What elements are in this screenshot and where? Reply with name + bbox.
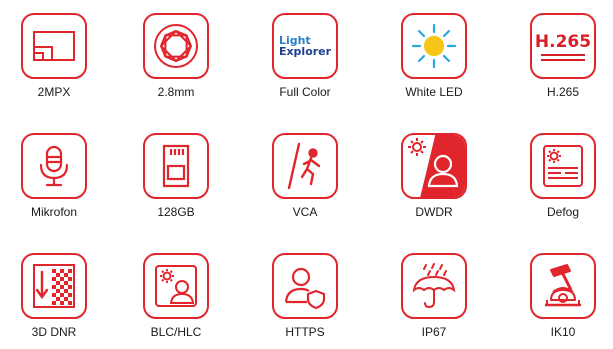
feature-storage: 128GB [121,133,231,219]
feature-label: Defog [546,205,580,219]
wide-dynamic-range-icon [401,133,467,199]
feature-label: VCA [292,205,318,219]
feature-https: HTTPS [250,253,360,339]
feature-label: IP67 [421,325,447,339]
feature-label: IK10 [550,325,576,339]
feature-label: White LED [405,85,463,99]
logo-line-2: Explorer [278,45,332,58]
sun-icon [401,13,467,79]
backlight-compensation-icon [143,253,209,319]
defog-icon [530,133,596,199]
noise-reduction-icon [21,253,87,319]
codec-text: H.265 [534,31,592,52]
h265-codec-icon: H.265 [530,13,596,79]
resolution-icon [21,13,87,79]
feature-label: Mikrofon [30,205,77,219]
feature-label: DWDR [415,205,453,219]
feature-label: 3D DNR [31,325,77,339]
secure-user-icon [272,253,338,319]
feature-white-led: White LED [379,13,489,99]
feature-label: HTTPS [285,325,325,339]
feature-label: Full Color [279,85,331,99]
intrusion-person-icon [272,133,338,199]
feature-h265: H.265 H.265 [508,13,613,99]
feature-label: 128GB [157,205,195,219]
feature-label: 2.8mm [157,85,195,99]
feature-lens: 2.8mm [121,13,231,99]
feature-3d-dnr: 3D DNR [0,253,109,339]
umbrella-rain-icon [401,253,467,319]
feature-vca: VCA [250,133,360,219]
microphone-icon [21,133,87,199]
feature-microphone: Mikrofon [0,133,109,219]
light-explorer-logo: Light Explorer [272,13,338,79]
feature-blc-hlc: BLC/HLC [121,253,231,339]
feature-ip67: IP67 [379,253,489,339]
feature-label: 2MPX [37,85,71,99]
feature-label: H.265 [546,85,580,99]
lens-aperture-icon [143,13,209,79]
feature-label: BLC/HLC [150,325,202,339]
feature-2mpx: 2MPX [0,13,109,99]
feature-ik10: IK10 [508,253,613,339]
vandal-proof-hammer-icon [530,253,596,319]
feature-full-color: Light Explorer Full Color [250,13,360,99]
feature-grid: 2MPX 2.8mm Light Explorer Full Color Whi… [0,0,613,349]
sd-card-icon [143,133,209,199]
feature-defog: Defog [508,133,613,219]
feature-dwdr: DWDR [379,133,489,219]
